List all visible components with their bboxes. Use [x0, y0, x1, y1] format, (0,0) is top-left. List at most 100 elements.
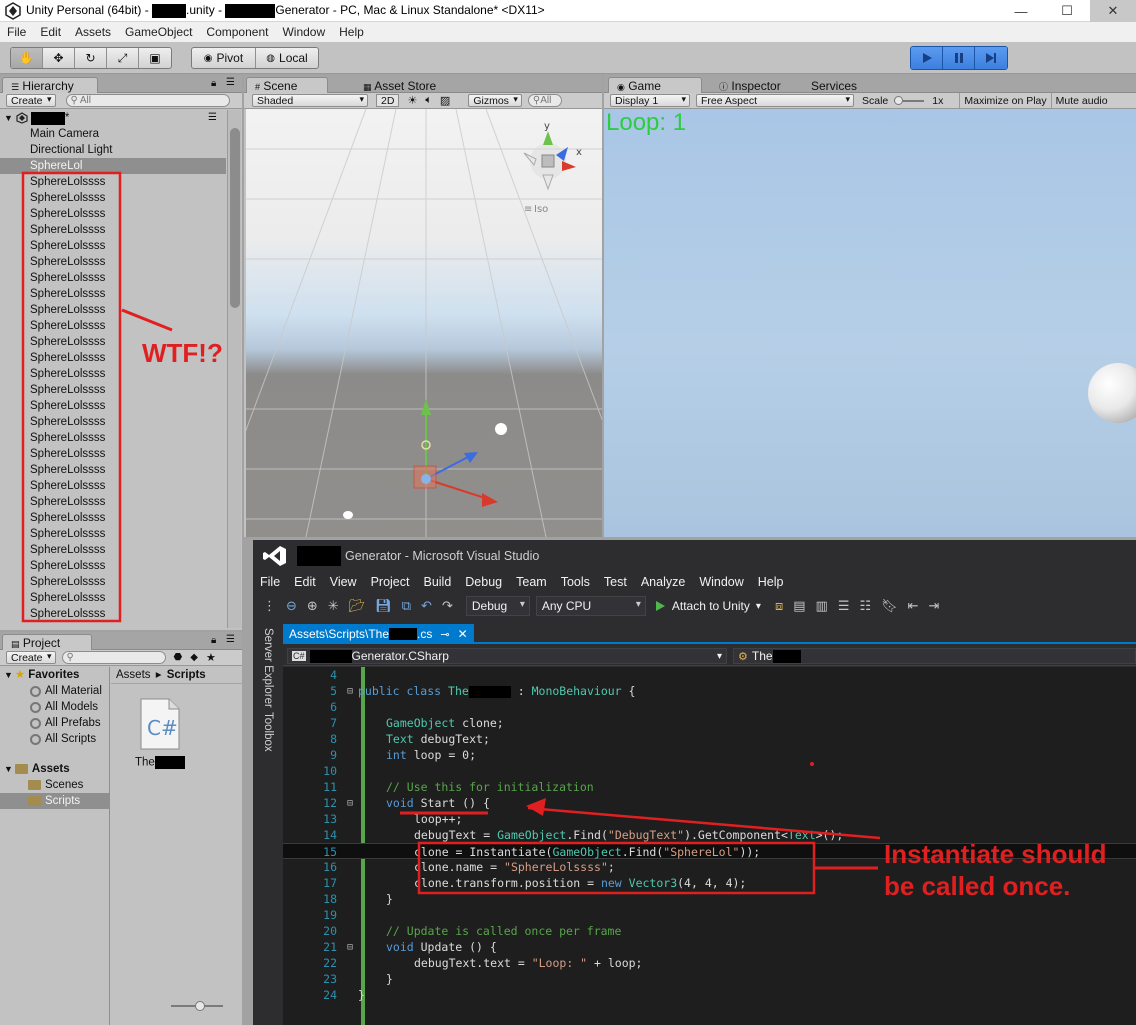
solution-explorer-icon[interactable]: ⧈ [775, 598, 783, 614]
maximize-on-play-toggle[interactable]: Maximize on Play [959, 93, 1050, 108]
hierarchy-item-clone[interactable]: SphereLolssss [0, 398, 226, 414]
hierarchy-item-clone[interactable]: SphereLolssss [0, 174, 226, 190]
vs-menu-team[interactable]: Team [509, 575, 554, 589]
tab-hierarchy[interactable]: ☰ Hierarchy [2, 77, 98, 93]
vs-menu-analyze[interactable]: Analyze [634, 575, 692, 589]
close-tab-icon[interactable]: ✕ [458, 627, 468, 641]
favorite-item[interactable]: All Material [0, 683, 109, 699]
indent-icon[interactable]: ☰ [838, 598, 850, 614]
step-button[interactable] [975, 47, 1007, 69]
open-file-icon[interactable]: 📂︎ [349, 598, 366, 614]
favorite-item[interactable]: All Scripts [0, 731, 109, 747]
tab-game[interactable]: ◉ Game [608, 77, 702, 93]
hierarchy-item[interactable]: Directional Light [0, 142, 226, 158]
scene-viewport[interactable]: y x Iso ≡ [246, 109, 602, 537]
tab-inspector[interactable]: ⓘ Inspector [710, 77, 790, 93]
scale-tool-icon[interactable]: ⤢ [107, 48, 139, 68]
pin-icon[interactable]: ⊸ [440, 628, 449, 641]
menu-component[interactable]: Component [199, 25, 275, 39]
attach-to-unity-button[interactable]: Attach to Unity ▾ [654, 599, 761, 613]
hierarchy-item-clone[interactable]: SphereLolssss [0, 558, 226, 574]
favorite-item[interactable]: All Prefabs [0, 715, 109, 731]
vs-menu-edit[interactable]: Edit [287, 575, 323, 589]
menu-edit[interactable]: Edit [33, 25, 68, 39]
play-button[interactable] [911, 47, 943, 69]
pivot-button[interactable]: ◉ Pivot [192, 48, 256, 68]
hierarchy-item-clone[interactable]: SphereLolssss [0, 302, 226, 318]
scene-search-input[interactable]: ⚲ All [527, 94, 562, 107]
toolbox-tab[interactable]: Toolbox [262, 712, 274, 752]
hierarchy-item-clone[interactable]: SphereLolssss [0, 206, 226, 222]
tab-asset-store[interactable]: ▦ Asset Store [354, 77, 445, 93]
show-all-files-icon[interactable]: ▤ [793, 598, 805, 614]
pause-button[interactable] [943, 47, 975, 69]
navigate-forward-icon[interactable]: ⊕ [307, 598, 318, 614]
vs-menu-debug[interactable]: Debug [458, 575, 509, 589]
hierarchy-create-dropdown[interactable]: Create [6, 94, 56, 107]
hierarchy-item-clone[interactable]: SphereLolssss [0, 606, 226, 622]
properties-icon[interactable]: ▥ [816, 598, 828, 614]
class-nav-dropdown[interactable]: ⚙ The [733, 648, 1136, 664]
hierarchy-item-clone[interactable]: SphereLolssss [0, 494, 226, 510]
hierarchy-item[interactable]: Main Camera [0, 126, 226, 142]
hierarchy-item-clone[interactable]: SphereLolssss [0, 286, 226, 302]
project-create-dropdown[interactable]: Create [6, 651, 56, 664]
next-bookmark-icon[interactable]: ⇥ [929, 598, 940, 614]
game-viewport[interactable]: Loop: 1 [604, 109, 1136, 537]
close-icon[interactable]: ✕ [1090, 0, 1136, 22]
bookmark-icon[interactable]: 🔖︎ [881, 598, 898, 614]
asset-folder[interactable]: Scripts [0, 793, 109, 809]
audio-icon[interactable]: 🔈︎ [425, 94, 432, 107]
sphere-object[interactable] [495, 423, 507, 435]
filter-type-icon[interactable]: ⬣ [174, 652, 183, 663]
hierarchy-item-clone[interactable]: SphereLolssss [0, 238, 226, 254]
platform-dropdown[interactable]: Any CPU [535, 596, 646, 616]
hierarchy-item[interactable]: SphereLol [0, 158, 226, 174]
slider-thumb[interactable] [195, 1001, 205, 1011]
script-file-item[interactable]: C# The [135, 697, 191, 777]
menu-gameobject[interactable]: GameObject [118, 25, 199, 39]
hierarchy-item-clone[interactable]: SphereLolssss [0, 382, 226, 398]
move-handle[interactable] [413, 399, 498, 507]
vs-menu-file[interactable]: File [253, 575, 287, 589]
lighting-icon[interactable]: ☀ [407, 94, 417, 107]
hierarchy-item-clone[interactable]: SphereLolssss [0, 222, 226, 238]
navigate-back-icon[interactable]: ⊖ [286, 598, 297, 614]
orientation-gizmo[interactable]: y x Iso ≡ [523, 121, 582, 215]
save-all-icon[interactable]: ⧉ [402, 598, 411, 614]
mute-audio-toggle[interactable]: Mute audio [1050, 93, 1112, 108]
hierarchy-item-clone[interactable]: SphereLolssss [0, 270, 226, 286]
prev-bookmark-icon[interactable]: ⇤ [908, 598, 919, 614]
lock-icon[interactable]: 🔒︎ [211, 78, 216, 89]
collapse-icon[interactable]: ⊟ [347, 940, 353, 956]
tab-services[interactable]: Services [802, 77, 866, 93]
lock-icon[interactable]: 🔒︎ [211, 635, 216, 646]
aspect-dropdown[interactable]: Free Aspect [696, 94, 854, 107]
hierarchy-item-clone[interactable]: SphereLolssss [0, 254, 226, 270]
hierarchy-item-clone[interactable]: SphereLolssss [0, 542, 226, 558]
menu-file[interactable]: File [0, 25, 33, 39]
hierarchy-item-clone[interactable]: SphereLolssss [0, 478, 226, 494]
vs-menu-test[interactable]: Test [597, 575, 634, 589]
tab-scene[interactable]: # Scene [246, 77, 328, 93]
slider-thumb[interactable] [894, 95, 904, 105]
hierarchy-search-input[interactable]: ⚲ All [65, 94, 230, 107]
vs-menu-build[interactable]: Build [416, 575, 458, 589]
local-button[interactable]: ◍ Local [256, 48, 318, 68]
rotate-tool-icon[interactable]: ↻ [75, 48, 107, 68]
undo-icon[interactable]: ↶ [421, 598, 432, 614]
rect-tool-icon[interactable]: ▣ [139, 48, 171, 68]
shading-dropdown[interactable]: Shaded [252, 94, 368, 107]
panel-menu-icon[interactable]: ☰ [226, 634, 235, 645]
filter-label-icon[interactable]: ◆ [190, 652, 198, 663]
mode-2d-button[interactable]: 2D [376, 94, 400, 107]
panel-menu-icon[interactable]: ☰ [208, 110, 217, 126]
menu-help[interactable]: Help [332, 25, 371, 39]
menu-window[interactable]: Window [275, 25, 332, 39]
icon-size-slider[interactable] [171, 1001, 223, 1011]
hierarchy-item-clone[interactable]: SphereLolssss [0, 574, 226, 590]
save-icon[interactable]: 💾︎ [375, 598, 392, 614]
display-dropdown[interactable]: Display 1 [610, 94, 690, 107]
vs-menu-window[interactable]: Window [692, 575, 750, 589]
collapse-icon[interactable]: ⊟ [347, 684, 353, 700]
